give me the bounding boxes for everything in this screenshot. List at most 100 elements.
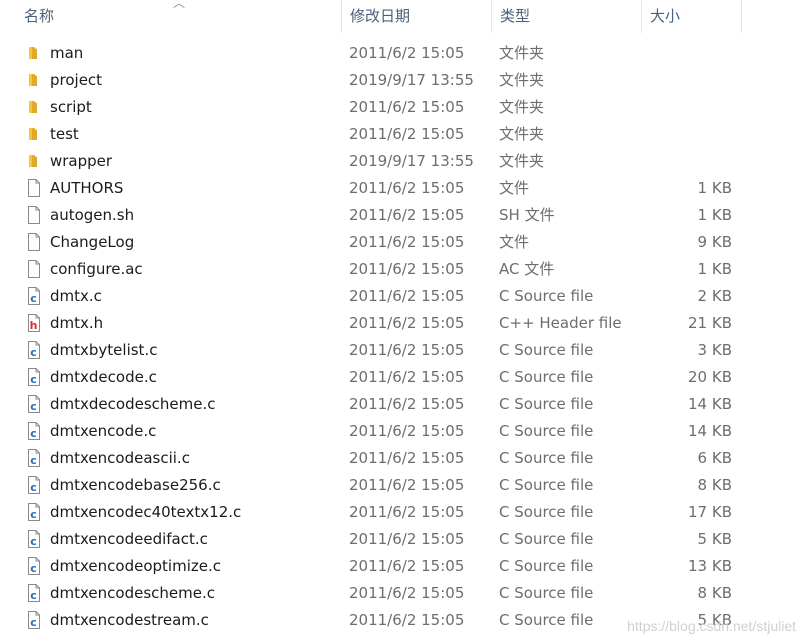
file-type: C Source file [499, 368, 594, 386]
file-row[interactable]: c dmtxencode.c 2011/6/2 15:05 C Source file… [0, 418, 806, 445]
file-row[interactable]: c dmtxencodeascii.c 2011/6/2 15:05 C Source… [0, 445, 806, 472]
column-header-bar: ︿ 名称 修改日期 类型 大小 [0, 0, 806, 33]
file-name: dmtxencodestream.c [50, 611, 209, 629]
c-file-icon: c [26, 364, 42, 391]
file-row[interactable]: man 2011/6/2 15:05 文件夹 [0, 40, 806, 67]
svg-text:c: c [30, 508, 37, 521]
file-size: 6 KB [697, 449, 732, 467]
file-name: script [50, 98, 92, 116]
file-size: 21 KB [688, 314, 732, 332]
file-row[interactable]: script 2011/6/2 15:05 文件夹 [0, 94, 806, 121]
file-type: C Source file [499, 611, 594, 629]
svg-text:c: c [30, 454, 37, 467]
file-date: 2011/6/2 15:05 [349, 422, 465, 440]
file-row[interactable]: wrapper 2019/9/17 13:55 文件夹 [0, 148, 806, 175]
file-date: 2019/9/17 13:55 [349, 71, 474, 89]
file-row[interactable]: c dmtxencodec40textx12.c 2011/6/2 15:05 C S… [0, 499, 806, 526]
svg-text:c: c [30, 616, 37, 629]
file-date: 2011/6/2 15:05 [349, 260, 465, 278]
file-row[interactable]: c dmtxdecode.c 2011/6/2 15:05 C Source file… [0, 364, 806, 391]
file-size: 14 KB [688, 422, 732, 440]
file-row[interactable]: project 2019/9/17 13:55 文件夹 [0, 67, 806, 94]
column-header-size[interactable]: 大小 [642, 0, 742, 33]
file-size: 1 KB [697, 179, 732, 197]
file-size: 14 KB [688, 395, 732, 413]
file-row[interactable]: test 2011/6/2 15:05 文件夹 [0, 121, 806, 148]
file-type: AC 文件 [499, 260, 555, 278]
file-name: dmtxencodeoptimize.c [50, 557, 221, 575]
file-type: 文件夹 [499, 152, 545, 170]
file-row[interactable]: AUTHORS 2011/6/2 15:05 文件 1 KB [0, 175, 806, 202]
file-size [642, 94, 732, 121]
svg-text:c: c [30, 535, 37, 548]
file-type: C Source file [499, 341, 594, 359]
file-date: 2011/6/2 15:05 [349, 584, 465, 602]
file-type: C Source file [499, 287, 594, 305]
c-file-icon: c [26, 472, 42, 499]
h-file-icon: h [26, 310, 42, 337]
c-file-icon: c [26, 580, 42, 607]
file-icon [26, 229, 42, 256]
c-file-icon: c [26, 337, 42, 364]
file-size [642, 67, 732, 94]
file-size: 2 KB [697, 287, 732, 305]
svg-text:c: c [30, 562, 37, 575]
file-size [642, 40, 732, 67]
folder-icon [26, 94, 42, 121]
file-type: 文件夹 [499, 71, 545, 89]
file-date: 2011/6/2 15:05 [349, 314, 465, 332]
file-date: 2011/6/2 15:05 [349, 503, 465, 521]
file-date: 2011/6/2 15:05 [349, 125, 465, 143]
c-file-icon: c [26, 418, 42, 445]
file-date: 2011/6/2 15:05 [349, 611, 465, 629]
file-name: wrapper [50, 152, 113, 170]
svg-text:h: h [30, 319, 38, 332]
file-type: 文件 [499, 233, 530, 251]
file-type: C Source file [499, 395, 594, 413]
file-name: AUTHORS [50, 179, 124, 197]
file-row[interactable]: ChangeLog 2011/6/2 15:05 文件 9 KB [0, 229, 806, 256]
file-type: 文件夹 [499, 44, 545, 62]
c-file-icon: c [26, 553, 42, 580]
file-date: 2011/6/2 15:05 [349, 44, 465, 62]
svg-text:c: c [30, 427, 37, 440]
file-size: 1 KB [697, 260, 732, 278]
file-row[interactable]: configure.ac 2011/6/2 15:05 AC 文件 1 KB [0, 256, 806, 283]
file-size: 17 KB [688, 503, 732, 521]
file-row[interactable]: h dmtx.h 2011/6/2 15:05 C++ Header file 21 K… [0, 310, 806, 337]
file-row[interactable]: c dmtxencodescheme.c 2011/6/2 15:05 C Sourc… [0, 580, 806, 607]
file-name: dmtxencodec40textx12.c [50, 503, 242, 521]
file-name: dmtxencodebase256.c [50, 476, 221, 494]
folder-icon [26, 148, 42, 175]
folder-icon [26, 121, 42, 148]
file-name: dmtxencode.c [50, 422, 157, 440]
file-size: 1 KB [697, 206, 732, 224]
file-size: 3 KB [697, 341, 732, 359]
file-row[interactable]: c dmtxdecodescheme.c 2011/6/2 15:05 C Sourc… [0, 391, 806, 418]
file-row[interactable]: c dmtxencodeoptimize.c 2011/6/2 15:05 C Sou… [0, 553, 806, 580]
file-row[interactable]: c dmtxbytelist.c 2011/6/2 15:05 C Source fi… [0, 337, 806, 364]
svg-text:c: c [30, 346, 37, 359]
file-date: 2011/6/2 15:05 [349, 395, 465, 413]
file-name: configure.ac [50, 260, 143, 278]
file-row[interactable]: c dmtxencodebase256.c 2011/6/2 15:05 C Sour… [0, 472, 806, 499]
column-header-date[interactable]: 修改日期 [342, 0, 492, 33]
svg-text:c: c [30, 400, 37, 413]
file-list: man 2011/6/2 15:05 文件夹 project 2019/9/17 13:… [0, 40, 806, 634]
file-name: project [50, 71, 103, 89]
file-name: dmtxdecode.c [50, 368, 157, 386]
file-row[interactable]: autogen.sh 2011/6/2 15:05 SH 文件 1 KB [0, 202, 806, 229]
file-row[interactable]: c dmtxencodeedifact.c 2011/6/2 15:05 C Sour… [0, 526, 806, 553]
file-size [642, 121, 732, 148]
c-file-icon: c [26, 283, 42, 310]
file-row[interactable]: c dmtx.c 2011/6/2 15:05 C Source file 2 KB [0, 283, 806, 310]
file-name: dmtxencodescheme.c [50, 584, 215, 602]
file-type: C Source file [499, 476, 594, 494]
c-file-icon: c [26, 499, 42, 526]
column-header-name[interactable]: 名称 [16, 0, 342, 33]
file-date: 2019/9/17 13:55 [349, 152, 474, 170]
column-header-type[interactable]: 类型 [492, 0, 642, 33]
file-date: 2011/6/2 15:05 [349, 476, 465, 494]
file-date: 2011/6/2 15:05 [349, 530, 465, 548]
folder-icon [26, 67, 42, 94]
